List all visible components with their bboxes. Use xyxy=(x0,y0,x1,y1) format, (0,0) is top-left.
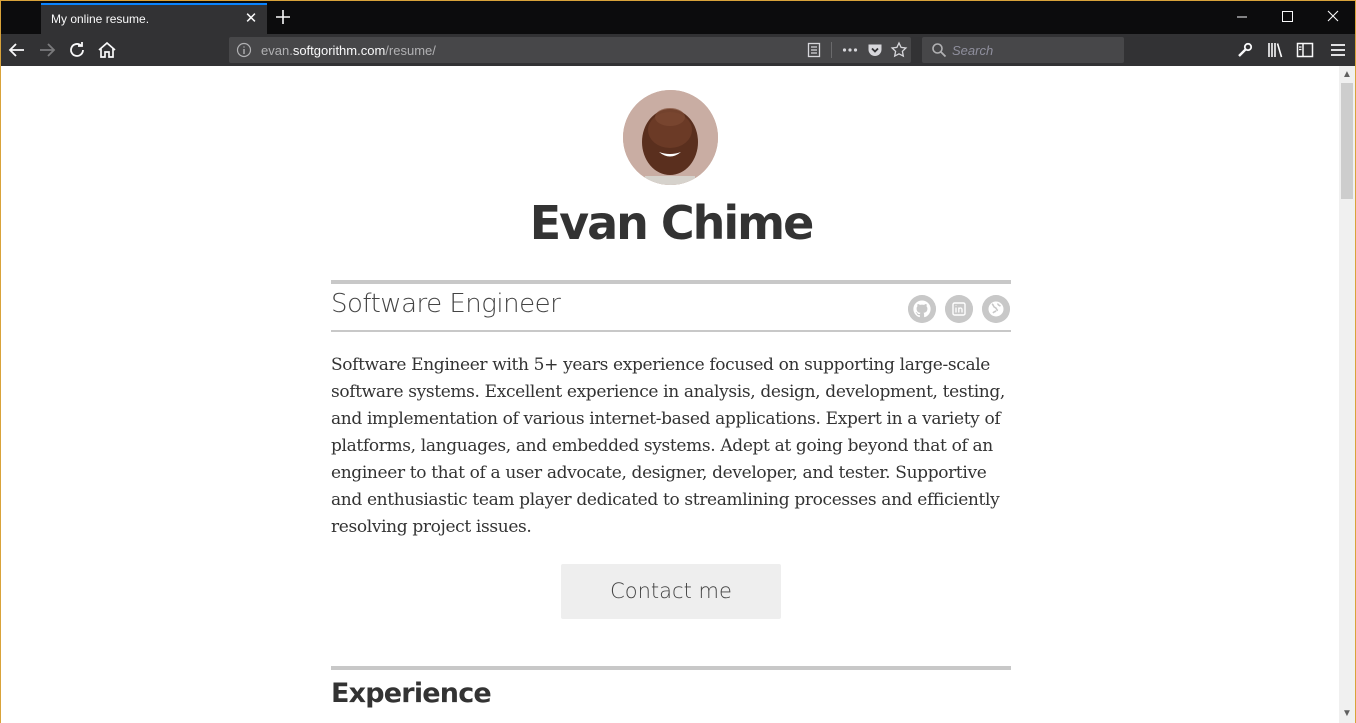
tab-title: My online resume. xyxy=(51,12,150,26)
divider xyxy=(331,280,1011,284)
reload-icon[interactable] xyxy=(65,38,89,62)
linkedin-icon[interactable] xyxy=(945,295,973,323)
maximize-icon[interactable] xyxy=(1274,5,1300,29)
search-input[interactable] xyxy=(952,40,1117,60)
url-prefix: evan. xyxy=(261,43,293,58)
url-domain: softgorithm.com xyxy=(292,43,386,58)
star-icon[interactable] xyxy=(890,41,908,59)
experience-heading: Experience xyxy=(331,678,492,709)
minimize-icon[interactable] xyxy=(1229,5,1255,29)
job-title: Software Engineer xyxy=(331,289,561,319)
divider xyxy=(331,666,1011,670)
pocket-icon[interactable] xyxy=(866,41,884,59)
library-icon[interactable] xyxy=(1264,39,1286,61)
info-icon[interactable] xyxy=(236,42,252,58)
menu-icon[interactable] xyxy=(1327,39,1349,61)
globe-icon[interactable] xyxy=(982,295,1010,323)
url-path: /resume/ xyxy=(385,43,436,58)
wrench-icon[interactable] xyxy=(1234,39,1256,61)
url-bar[interactable]: evan.softgorithm.com/resume/ xyxy=(229,37,911,63)
plus-icon[interactable] xyxy=(272,6,294,28)
scrollbar-thumb[interactable] xyxy=(1341,83,1353,199)
close-icon[interactable]: ✕ xyxy=(243,11,259,27)
more-icon[interactable] xyxy=(841,41,859,59)
scrollbar[interactable]: ▲ ▼ xyxy=(1339,66,1355,723)
search-icon xyxy=(932,43,947,58)
close-window-icon[interactable] xyxy=(1320,5,1346,29)
search-bar[interactable] xyxy=(922,37,1124,63)
avatar xyxy=(623,90,718,185)
url-separator xyxy=(831,42,832,58)
contact-button[interactable]: Contact me xyxy=(561,564,781,619)
url-text[interactable]: evan.softgorithm.com/resume/ xyxy=(261,43,436,58)
scroll-up-icon[interactable]: ▲ xyxy=(1339,67,1355,83)
page-viewport: Evan Chime Software Engineer Software En… xyxy=(1,66,1339,723)
divider xyxy=(331,330,1011,332)
tab-strip: My online resume. ✕ xyxy=(1,1,1355,34)
profile-summary: Software Engineer with 5+ years experien… xyxy=(331,355,1005,537)
profile-photo xyxy=(623,90,718,185)
navigation-toolbar: evan.softgorithm.com/resume/ xyxy=(1,34,1355,66)
home-icon[interactable] xyxy=(95,38,119,62)
candidate-name: Evan Chime xyxy=(529,196,815,250)
github-icon[interactable] xyxy=(908,295,936,323)
tab-active[interactable]: My online resume. ✕ xyxy=(41,3,267,34)
scroll-down-icon[interactable]: ▼ xyxy=(1339,706,1355,722)
forward-icon[interactable] xyxy=(35,38,59,62)
reader-view-icon[interactable] xyxy=(805,41,823,59)
sidebar-icon[interactable] xyxy=(1294,39,1316,61)
back-icon[interactable] xyxy=(5,38,29,62)
